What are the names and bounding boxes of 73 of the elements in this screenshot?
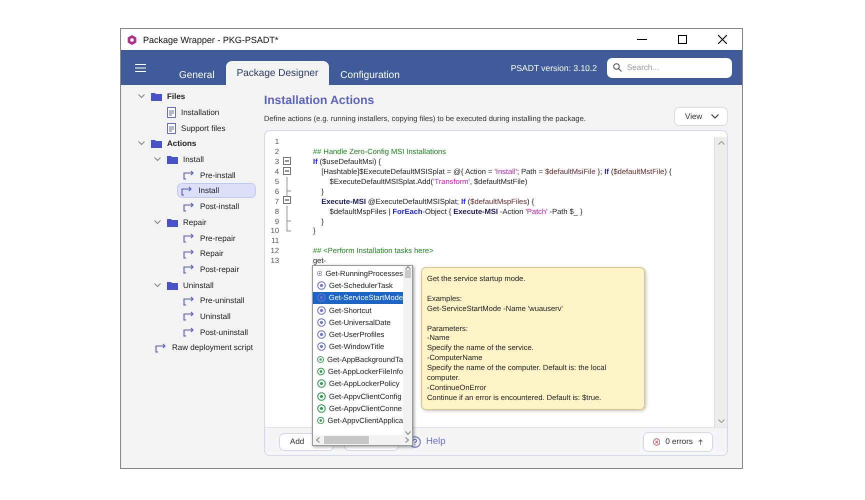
redo-arrow-icon bbox=[183, 170, 195, 180]
redo-arrow-icon bbox=[183, 296, 195, 306]
tree-item[interactable]: Post-repair bbox=[179, 262, 246, 277]
close-icon bbox=[718, 35, 726, 44]
tree-item[interactable]: Support files bbox=[163, 120, 232, 136]
minimize-icon bbox=[637, 39, 647, 40]
search-field[interactable]: Search... bbox=[607, 58, 732, 78]
tree-item[interactable]: Post-uninstall bbox=[179, 324, 256, 340]
section-title: Installation Actions bbox=[264, 93, 376, 107]
tree-item[interactable]: Uninstall bbox=[163, 278, 221, 293]
menu-icon bbox=[135, 64, 146, 72]
view-button[interactable]: View bbox=[674, 107, 728, 126]
tab[interactable]: Package Designer bbox=[226, 61, 330, 85]
tree-item[interactable]: Install bbox=[163, 152, 211, 168]
redo-arrow-icon bbox=[181, 186, 194, 196]
scroll-up-icon[interactable] bbox=[404, 266, 410, 270]
arrow-up-icon bbox=[698, 438, 703, 446]
tab[interactable]: Configuration bbox=[329, 65, 411, 85]
scroll-down-icon[interactable] bbox=[718, 419, 724, 423]
scroll-right-icon[interactable] bbox=[405, 437, 409, 443]
redo-arrow-icon bbox=[183, 233, 195, 244]
maximize-icon bbox=[678, 35, 686, 44]
fold-toggle-icon[interactable] bbox=[283, 196, 291, 204]
chevron-down-icon[interactable] bbox=[154, 220, 160, 225]
fold-toggle-icon[interactable] bbox=[283, 166, 291, 175]
redo-arrow-icon bbox=[183, 202, 195, 212]
redo-arrow-icon bbox=[183, 264, 195, 274]
scroll-down-icon[interactable] bbox=[404, 431, 410, 435]
tree-item[interactable]: Repair bbox=[179, 246, 231, 262]
help-link[interactable]: Help bbox=[409, 436, 446, 448]
tree-item[interactable]: Installation bbox=[163, 105, 226, 120]
code-editor[interactable] bbox=[264, 130, 728, 456]
document-icon bbox=[167, 107, 176, 118]
errors-button[interactable]: 0 errors bbox=[643, 432, 713, 452]
folder-icon bbox=[151, 139, 162, 148]
app-logo-icon bbox=[127, 34, 137, 44]
tree-item[interactable]: Post-install bbox=[179, 199, 246, 214]
menu-button[interactable] bbox=[135, 64, 146, 72]
chevron-down-icon[interactable] bbox=[154, 282, 160, 288]
redo-arrow-icon bbox=[155, 342, 167, 353]
tree-item[interactable]: Pre-install bbox=[179, 168, 243, 183]
redo-arrow-icon bbox=[183, 327, 195, 338]
tree-item[interactable]: Pre-uninstall bbox=[179, 293, 252, 308]
scrollbar-thumb[interactable] bbox=[404, 270, 410, 278]
redo-arrow-icon bbox=[183, 248, 195, 259]
tab[interactable]: General bbox=[168, 65, 226, 85]
help-icon bbox=[409, 436, 421, 448]
tree-item[interactable]: Actions bbox=[147, 136, 204, 152]
tree-item[interactable]: Files bbox=[147, 89, 192, 104]
search-icon bbox=[613, 62, 622, 72]
tree-item[interactable]: Uninstall bbox=[179, 308, 238, 324]
redo-arrow-icon bbox=[183, 311, 195, 322]
folder-icon bbox=[167, 280, 178, 290]
chevron-down-icon[interactable] bbox=[138, 141, 144, 146]
folder-icon bbox=[151, 92, 162, 102]
error-icon bbox=[653, 436, 660, 446]
fold-toggle-icon[interactable] bbox=[283, 156, 291, 165]
chevron-down-icon bbox=[711, 114, 719, 119]
window-title: Package Wrapper - PKG-PSADT* bbox=[143, 34, 280, 44]
tree-item[interactable]: Pre-repair bbox=[179, 230, 243, 246]
chevron-down-icon[interactable] bbox=[154, 157, 160, 162]
document-icon bbox=[167, 122, 176, 134]
folder-icon bbox=[167, 218, 178, 227]
scroll-up-icon[interactable] bbox=[718, 141, 724, 145]
scrollbar-thumb[interactable] bbox=[324, 436, 369, 444]
scroll-left-icon[interactable] bbox=[316, 437, 320, 443]
tree-item[interactable]: Repair bbox=[163, 214, 214, 230]
tree-item[interactable]: Install bbox=[177, 183, 256, 198]
tree-item[interactable]: Raw deployment script bbox=[151, 340, 260, 356]
autocomplete-menu[interactable] bbox=[312, 265, 413, 446]
version-label: PSADT version: 3.10.2 bbox=[510, 62, 597, 72]
folder-icon bbox=[167, 155, 178, 164]
chevron-down-icon[interactable] bbox=[138, 94, 144, 100]
